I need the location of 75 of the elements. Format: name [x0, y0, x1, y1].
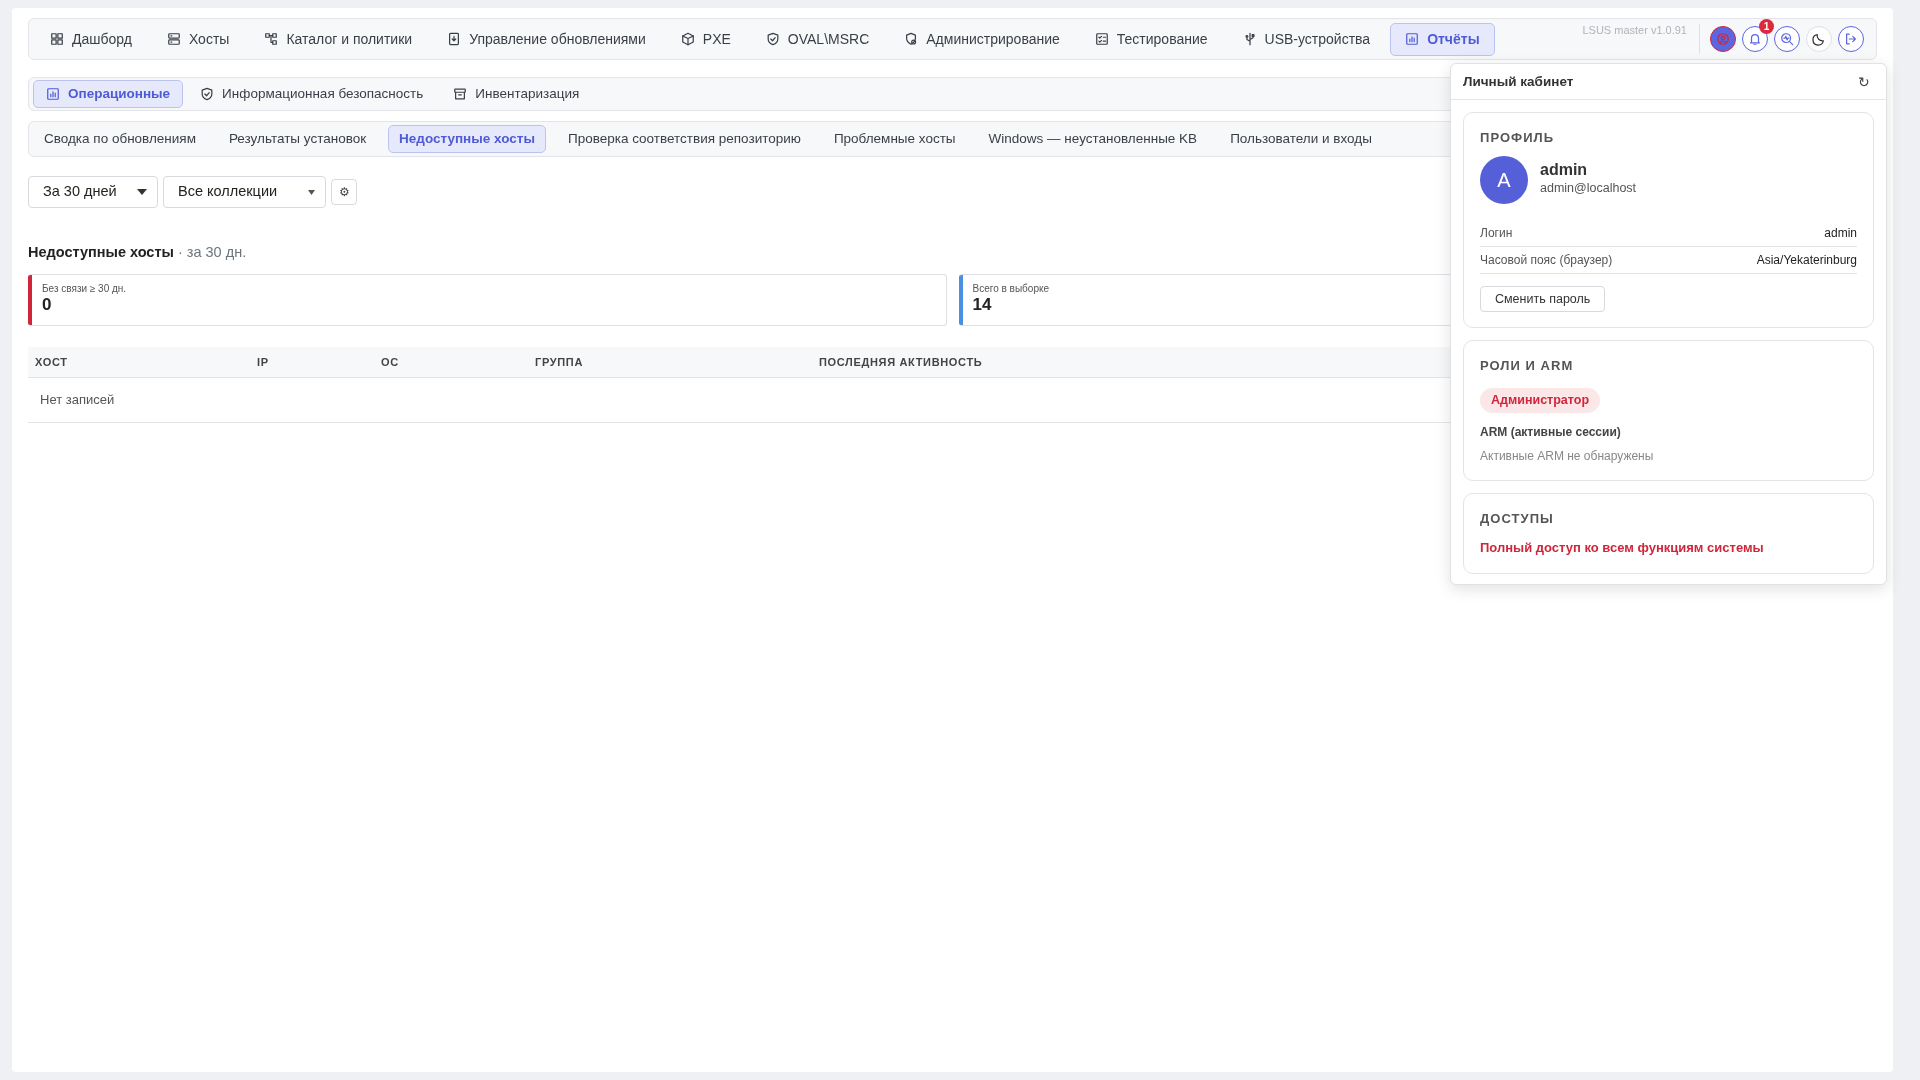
report-tab[interactable]: Результаты установок [217, 124, 378, 154]
avatar: A [1480, 155, 1528, 204]
magnifier-icon [1780, 32, 1794, 46]
bell-icon [1748, 32, 1762, 46]
change-password-button[interactable]: Сменить пароль [1480, 285, 1606, 313]
nav-tab[interactable]: Каталог и политики [249, 22, 428, 56]
settings-button[interactable]: ⚙ [331, 179, 357, 205]
report-group-tab[interactable]: Информационная безопасность [187, 79, 437, 109]
refresh-button[interactable]: ↻ [1854, 72, 1874, 93]
section-heading: Недоступные хосты · за 30 дн. [28, 243, 247, 262]
report-tab[interactable]: Пользователи и входы [1219, 124, 1383, 154]
theme-toggle-button[interactable] [1806, 26, 1832, 52]
field-label: Часовой пояс (браузер) [1480, 251, 1613, 269]
notification-count-badge: 1 [1759, 19, 1774, 34]
version-label: LSUS master v1.0.91 [1582, 23, 1687, 38]
document-icon [447, 32, 462, 46]
collection-select[interactable]: Все коллекции [163, 176, 326, 208]
report-group-tab[interactable]: Инвентаризация [440, 79, 593, 109]
bar-chart-icon [1405, 32, 1420, 46]
field-label: Логин [1480, 224, 1513, 242]
report-tab[interactable]: Недоступные хосты [388, 124, 546, 154]
shield-icon [200, 87, 215, 101]
field-value: admin [1824, 224, 1857, 242]
nav-tab[interactable]: OVAL\MSRC [750, 22, 885, 56]
report-tab[interactable]: Сводка по обновлениям [33, 124, 207, 154]
checklist-icon [1094, 32, 1109, 46]
popover-title: Личный кабинет [1463, 73, 1574, 92]
moon-icon [1812, 32, 1826, 46]
stat-value: 0 [42, 295, 52, 315]
nav-tab[interactable]: PXE [665, 22, 746, 56]
archive-box-icon [453, 87, 468, 101]
arm-empty-message: Активные ARM не обнаружены [1480, 447, 1655, 465]
card-heading: ДОСТУПЫ [1480, 509, 1555, 528]
user-email: admin@localhost [1540, 179, 1637, 197]
profile-button[interactable] [1710, 26, 1736, 52]
access-text: Полный доступ ко всем функциям системы [1480, 539, 1765, 557]
usb-icon [1242, 32, 1257, 46]
nav-tab[interactable]: Тестирование [1079, 22, 1223, 56]
cube-icon [680, 32, 695, 46]
stat-value: 14 [972, 295, 992, 315]
stat-label: Без связи ≥ 30 дн. [42, 281, 127, 296]
arm-title: ARM (активные сессии) [1480, 423, 1622, 441]
nav-tab[interactable]: USB-устройства [1227, 22, 1386, 56]
caret-icon [308, 189, 315, 195]
hierarchy-icon [264, 32, 279, 46]
report-group-tab[interactable]: Операционные [33, 79, 184, 109]
column-header: IP [250, 346, 374, 378]
period-select[interactable]: За 30 дней [28, 176, 158, 208]
grid-icon [50, 32, 64, 46]
column-header: ХОСТ [28, 346, 250, 378]
report-tab[interactable]: Проблемные хосты [822, 124, 967, 154]
report-tab[interactable]: Проверка соответствия репозиторию [556, 124, 812, 154]
server-icon [166, 32, 181, 46]
caret-icon [137, 189, 147, 195]
nav-tab[interactable]: Хосты [151, 22, 245, 56]
shield-icon [765, 32, 780, 46]
card-heading: ПРОФИЛЬ [1480, 129, 1556, 147]
report-tab[interactable]: Windows — неустановленные KB [977, 124, 1209, 154]
nav-tab[interactable]: Администрирование [889, 22, 1075, 56]
logout-button[interactable] [1838, 26, 1864, 52]
role-tag: Администратор [1480, 387, 1601, 413]
column-header: ОС [374, 346, 528, 378]
logout-icon [1844, 32, 1858, 46]
field-value: Asia/Yekaterinburg [1756, 251, 1857, 269]
nav-tab[interactable]: Отчёты [1390, 22, 1495, 56]
search-button[interactable] [1774, 26, 1800, 52]
user-icon [1716, 32, 1730, 46]
nav-tab[interactable]: Управление обновлениями [432, 22, 661, 56]
nav-tab[interactable]: Дашборд [35, 22, 147, 56]
user-name: admin [1540, 161, 1589, 179]
bar-chart-icon [46, 87, 60, 101]
shield-gear-icon [904, 32, 919, 46]
card-heading: РОЛИ И ARM [1480, 357, 1575, 376]
column-header: ГРУППА [528, 346, 812, 378]
stat-label: Всего в выборке [972, 281, 1049, 296]
